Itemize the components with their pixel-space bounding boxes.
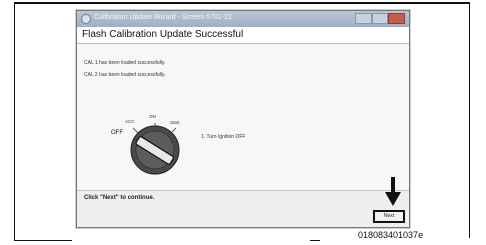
dial-label-on: ON [149,114,156,119]
wizard-window: Calibration Update Wizard - Screen 5701-… [76,10,410,228]
frame-top-rule [14,2,470,4]
dial-label-acc: ACC [125,119,135,124]
status-message-cal1: CAL 1 has been loaded successfully. [84,60,166,66]
footer: Click "Next" to continue. Next [77,190,409,227]
down-arrow-icon [385,177,401,206]
figure-id: 018083401037e [358,230,424,240]
frame-right-rule [469,2,470,238]
titlebar: Calibration Update Wizard - Screen 5701-… [77,11,409,27]
ignition-dial: ACC ON Start OFF [105,106,195,186]
close-button[interactable] [388,13,406,24]
window-title: Calibration Update Wizard - Screen 5701-… [94,14,232,21]
header-bar: Flash Calibration Update Successful [77,27,409,44]
content-area: CAL 1 has been loaded successfully. CAL … [77,44,409,190]
dial-label-off: OFF [111,130,123,136]
continue-prompt: Click "Next" to continue. [84,195,155,201]
next-button[interactable]: Next [373,210,405,223]
window-controls [355,13,406,24]
frame-bottom-rule [14,240,72,241]
frame-bottom-rule-tick [310,240,320,241]
dial-label-start: Start [170,120,180,125]
status-message-cal2: CAL 2 has been loaded successfully. [84,72,166,78]
instruction-text: 1. Turn Ignition OFF [201,134,246,140]
minimize-button[interactable] [355,13,372,24]
app-icon [81,14,91,24]
frame-left-rule [14,2,15,241]
maximize-button[interactable] [371,13,389,24]
page-title: Flash Calibration Update Successful [82,29,244,40]
